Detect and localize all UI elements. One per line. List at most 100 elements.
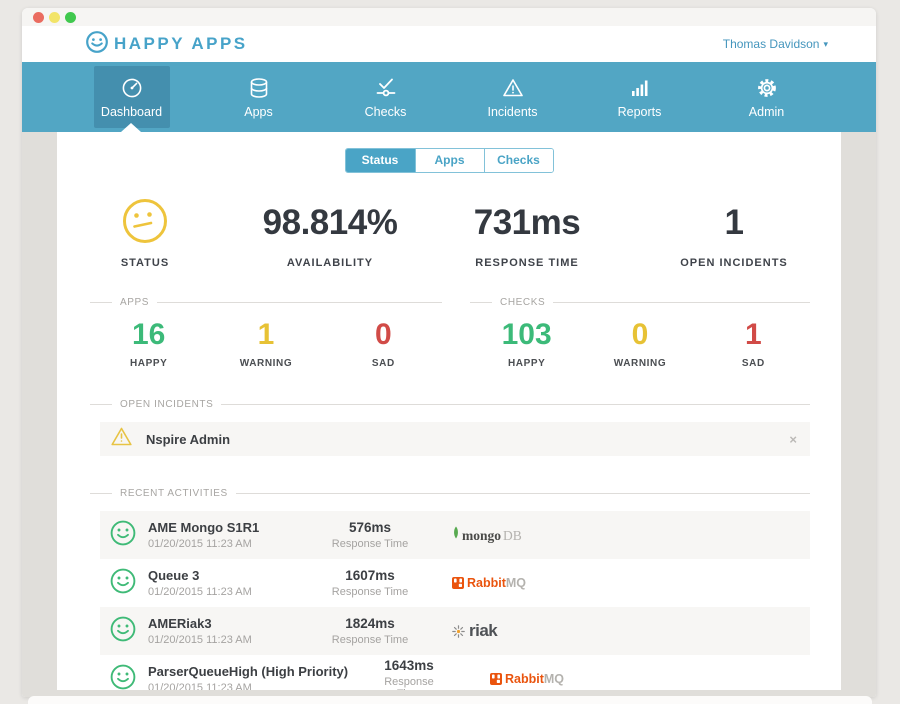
tab-checks[interactable]: Checks <box>484 149 553 172</box>
gauge-icon <box>120 76 144 100</box>
rabbitmq-logo: RabbitMQ <box>490 672 564 686</box>
response-time-caption: Response Time <box>300 634 440 646</box>
activity-response-time: 1643ms <box>378 658 440 673</box>
mongodb-leaf-icon <box>452 526 460 540</box>
open-incidents-label: OPEN INCIDENTS <box>680 257 788 269</box>
tab-status[interactable]: Status <box>346 149 415 172</box>
checks-sad-stat: 1 SAD <box>697 318 810 369</box>
happy-face-icon <box>110 520 136 551</box>
activity-name: AME Mongo S1R1 <box>148 520 300 535</box>
database-icon <box>247 76 271 100</box>
response-time-label: RESPONSE TIME <box>475 257 578 269</box>
availability-summary: 98.814% AVAILABILITY <box>233 195 427 269</box>
apps-warning-value: 1 <box>258 318 275 352</box>
nav-item-reports[interactable]: Reports <box>576 62 703 132</box>
summary-row: STATUS 98.814% AVAILABILITY 731ms RESPON… <box>57 195 841 269</box>
checks-happy-label: HAPPY <box>508 358 545 369</box>
activity-row[interactable]: ParserQueueHigh (High Priority) 01/20/20… <box>100 655 810 690</box>
apps-section-title: APPS <box>120 297 149 308</box>
happy-face-icon <box>110 568 136 599</box>
response-time-summary: 731ms RESPONSE TIME <box>427 195 627 269</box>
section-divider <box>236 493 810 494</box>
activity-name: AMERiak3 <box>148 616 300 631</box>
window-titlebar <box>22 8 876 26</box>
nav-label: Apps <box>244 105 273 119</box>
activity-response-time: 1607ms <box>300 568 440 583</box>
rabbitmq-mark-icon <box>490 673 502 685</box>
activity-name: Queue 3 <box>148 568 300 583</box>
nav-item-apps[interactable]: Apps <box>195 62 322 132</box>
happy-face-icon <box>110 664 136 691</box>
status-summary: STATUS <box>57 195 233 269</box>
active-nav-pointer <box>121 123 141 132</box>
nav-item-checks[interactable]: Checks <box>322 62 449 132</box>
activity-timestamp: 01/20/2015 11:23 AM <box>148 586 300 598</box>
nav-label: Checks <box>365 105 407 119</box>
section-divider <box>221 404 810 405</box>
open-incidents-summary: 1 OPEN INCIDENTS <box>627 195 841 269</box>
dashboard-content: Status Apps Checks <box>22 132 876 697</box>
open-incidents-section-title: OPEN INCIDENTS <box>120 399 213 410</box>
apps-section: APPS 16 HAPPY 1 WARNING 0 <box>90 297 442 369</box>
main-nav: Dashboard Apps <box>22 62 876 132</box>
close-icon[interactable]: × <box>789 433 797 446</box>
bar-chart-icon <box>628 76 652 100</box>
activity-name: ParserQueueHigh (High Priority) <box>148 664 378 679</box>
incident-row[interactable]: Nspire Admin × <box>100 422 810 456</box>
user-name: Thomas Davidson <box>723 37 820 51</box>
recent-activities-section-title: RECENT ACTIVITIES <box>120 488 228 499</box>
activity-timestamp: 01/20/2015 11:23 AM <box>148 538 300 550</box>
open-incidents-section-header: OPEN INCIDENTS <box>90 399 810 410</box>
tab-apps[interactable]: Apps <box>415 149 484 172</box>
apps-warning-label: WARNING <box>240 358 293 369</box>
recent-activities-section-header: RECENT ACTIVITIES <box>90 488 810 499</box>
view-tabs: Status Apps Checks <box>345 148 554 173</box>
nav-item-dashboard[interactable]: Dashboard <box>68 62 195 132</box>
section-divider <box>90 404 112 405</box>
activity-row[interactable]: AMERiak3 01/20/2015 11:23 AM 1824ms Resp… <box>100 607 810 655</box>
incident-name: Nspire Admin <box>146 432 230 447</box>
app-header: HAPPY APPS Thomas Davidson ▾ <box>22 26 876 62</box>
apps-sad-value: 0 <box>375 318 392 352</box>
riak-logo: riak <box>452 621 497 641</box>
status-label: STATUS <box>121 257 169 269</box>
response-time-value: 731ms <box>474 203 580 243</box>
nav-label: Reports <box>618 105 662 119</box>
apps-happy-label: HAPPY <box>130 358 167 369</box>
checks-happy-value: 103 <box>502 318 552 352</box>
section-divider <box>470 302 492 303</box>
smiley-logo-icon <box>85 30 109 59</box>
section-divider <box>90 302 112 303</box>
nav-item-incidents[interactable]: Incidents <box>449 62 576 132</box>
activity-response-time: 576ms <box>300 520 440 535</box>
nav-item-admin[interactable]: Admin <box>703 62 830 132</box>
warning-triangle-icon <box>501 76 525 100</box>
apps-happy-stat: 16 HAPPY <box>90 318 207 369</box>
rabbitmq-mark-icon <box>452 577 464 589</box>
happy-face-icon <box>110 616 136 647</box>
user-menu[interactable]: Thomas Davidson ▾ <box>723 37 828 51</box>
logo-text: HAPPY APPS <box>114 34 248 54</box>
happy-apps-logo[interactable]: HAPPY APPS <box>85 30 248 59</box>
section-divider <box>157 302 442 303</box>
app-window: HAPPY APPS Thomas Davidson ▾ Dashboard <box>22 8 876 697</box>
checks-section-title: CHECKS <box>500 297 545 308</box>
apps-warning-stat: 1 WARNING <box>207 318 324 369</box>
activity-row[interactable]: AME Mongo S1R1 01/20/2015 11:23 AM 576ms… <box>100 511 810 559</box>
activity-timestamp: 01/20/2015 11:23 AM <box>148 634 300 646</box>
riak-starburst-icon <box>452 625 465 638</box>
open-incidents-value: 1 <box>725 203 744 243</box>
checks-sad-label: SAD <box>742 358 765 369</box>
nav-label: Dashboard <box>101 105 162 119</box>
activity-row[interactable]: Queue 3 01/20/2015 11:23 AM 1607ms Respo… <box>100 559 810 607</box>
section-divider <box>553 302 810 303</box>
minimize-window-button[interactable] <box>49 12 60 23</box>
close-window-button[interactable] <box>33 12 44 23</box>
apps-happy-value: 16 <box>132 318 165 352</box>
rabbitmq-logo: RabbitMQ <box>452 576 526 590</box>
neutral-face-icon <box>121 197 169 250</box>
response-time-caption: Response Time <box>378 676 440 690</box>
apps-sad-label: SAD <box>372 358 395 369</box>
zoom-window-button[interactable] <box>65 12 76 23</box>
nav-label: Incidents <box>487 105 537 119</box>
